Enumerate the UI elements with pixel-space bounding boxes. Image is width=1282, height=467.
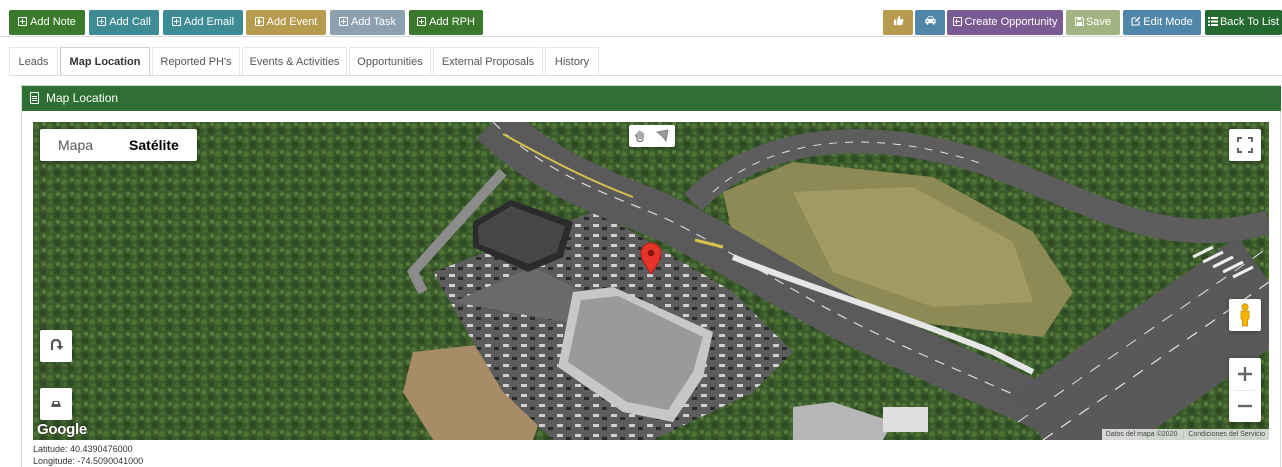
- map-type-control: Mapa Satélite: [40, 129, 197, 161]
- tilt-icon: [51, 401, 61, 407]
- rotate-map-button[interactable]: [40, 330, 72, 362]
- thumbs-up-icon: [893, 15, 904, 26]
- google-logo: Google: [37, 421, 87, 438]
- panel-header: Map Location: [22, 86, 1281, 111]
- fullscreen-button[interactable]: [1229, 129, 1261, 161]
- action-toolbar: Add Note Add Call Add Email Add Event Ad…: [0, 0, 1282, 37]
- hand-icon[interactable]: [629, 125, 651, 147]
- map-data-credit: Datos del mapa ©2020: [1105, 431, 1178, 438]
- add-note-button[interactable]: Add Note: [9, 10, 85, 35]
- plus-square-icon: [417, 17, 427, 26]
- plus-square-icon: [97, 17, 107, 26]
- latitude-text: Latitude: 40.4390476000: [33, 444, 133, 454]
- tab-events-activities[interactable]: Events & Activities: [242, 47, 347, 75]
- list-icon: [1207, 17, 1218, 26]
- thumbs-up-button[interactable]: [883, 10, 913, 35]
- tab-reported-phs[interactable]: Reported PH's: [152, 47, 240, 75]
- rotate-icon: [50, 338, 64, 350]
- street-view-pegman[interactable]: [1229, 299, 1261, 331]
- plus-square-icon: [254, 17, 264, 26]
- tab-leads[interactable]: Leads: [9, 47, 58, 75]
- zoom-out-button[interactable]: [1229, 390, 1261, 422]
- terms-of-service-link[interactable]: Condiciones del Servicio: [1183, 431, 1265, 438]
- minus-icon: [1238, 404, 1252, 408]
- tab-external-proposals[interactable]: External Proposals: [433, 47, 543, 75]
- tab-history[interactable]: History: [545, 47, 599, 75]
- pegman-icon: [1240, 303, 1250, 327]
- longitude-text: Longitude: -74.5090041000: [33, 456, 144, 466]
- plus-square-icon: [171, 17, 181, 26]
- drawing-tools: [629, 125, 675, 147]
- satellite-imagery: [33, 122, 1269, 440]
- plus-square-icon: [18, 17, 28, 26]
- plus-square-icon: [952, 17, 962, 26]
- panel-title: Map Location: [46, 91, 119, 105]
- back-to-list-button[interactable]: Back To List: [1205, 10, 1282, 35]
- polygon-draw-icon[interactable]: [652, 125, 674, 147]
- floppy-disk-icon: [1074, 17, 1084, 26]
- add-rph-button[interactable]: Add RPH: [409, 10, 483, 35]
- zoom-control: [1229, 358, 1261, 422]
- car-button[interactable]: [915, 10, 945, 35]
- plus-icon: [1238, 367, 1252, 381]
- satellite-map[interactable]: Mapa Satélite Google Datos del mapa ©202…: [33, 122, 1269, 440]
- tab-opportunities[interactable]: Opportunities: [349, 47, 431, 75]
- tab-map-location[interactable]: Map Location: [60, 47, 150, 76]
- edit-mode-button[interactable]: Edit Mode: [1123, 10, 1201, 35]
- edit-icon: [1131, 16, 1141, 26]
- add-event-button[interactable]: Add Event: [246, 10, 326, 35]
- tab-divider: [9, 75, 1282, 76]
- document-icon: [30, 92, 39, 104]
- save-button[interactable]: Save: [1066, 10, 1120, 35]
- add-task-button[interactable]: Add Task: [330, 10, 405, 35]
- add-email-button[interactable]: Add Email: [163, 10, 243, 35]
- tilt-map-button[interactable]: [40, 388, 72, 420]
- create-opportunity-button[interactable]: Create Opportunity: [947, 10, 1063, 35]
- fullscreen-icon: [1237, 137, 1253, 153]
- map-type-satellite-button[interactable]: Satélite: [111, 129, 197, 161]
- car-icon: [924, 16, 936, 25]
- map-attribution: Datos del mapa ©2020 Condiciones del Serv…: [1101, 429, 1269, 440]
- zoom-in-button[interactable]: [1229, 358, 1261, 390]
- add-call-button[interactable]: Add Call: [89, 10, 159, 35]
- map-type-map-button[interactable]: Mapa: [40, 129, 111, 161]
- coordinates-readout: Latitude: 40.4390476000 Longitude: -74.5…: [33, 443, 143, 467]
- plus-square-icon: [338, 17, 348, 26]
